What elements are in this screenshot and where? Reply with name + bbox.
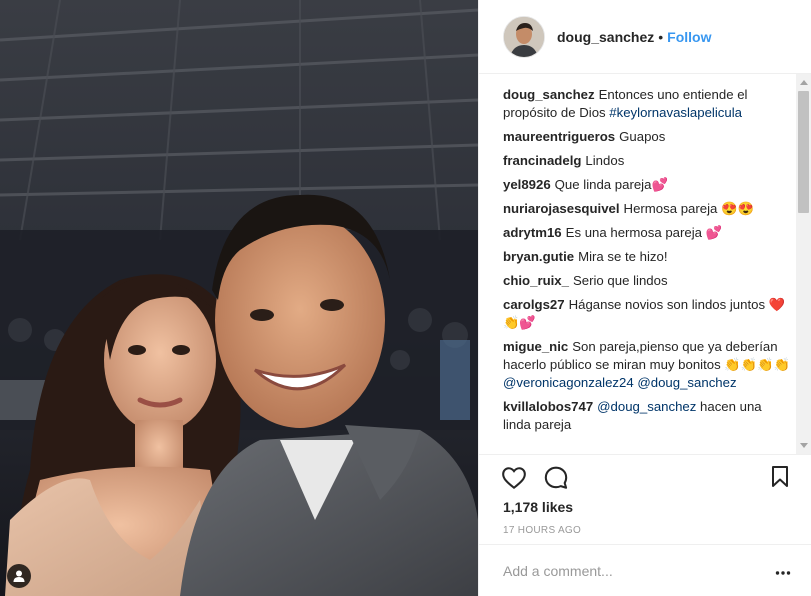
caption: doug_sanchez Entonces uno entiende el pro… bbox=[503, 86, 791, 122]
user-tag-icon[interactable] bbox=[7, 564, 31, 588]
scroll-down-arrow-icon[interactable] bbox=[800, 443, 808, 448]
post-timestamp[interactable]: 17 HOURS AGO bbox=[503, 525, 581, 536]
avatar[interactable] bbox=[503, 15, 545, 58]
comment-username[interactable]: yel8926 bbox=[503, 177, 551, 192]
heart-icon[interactable] bbox=[501, 465, 527, 496]
list-item: bryan.gutie Mira se te hizo! bbox=[503, 248, 791, 266]
comment-text: Es una hermosa pareja 💕 bbox=[565, 225, 723, 240]
hashtag-link[interactable]: #keylornavaslapelicula bbox=[609, 105, 742, 120]
post-side-panel: doug_sanchez • Follow doug_sanchez Entonc… bbox=[478, 0, 811, 596]
likes-count[interactable]: 1,178 likes bbox=[503, 499, 573, 515]
comment-username[interactable]: carolgs27 bbox=[503, 297, 565, 312]
mention-link[interactable]: @doug_sanchez bbox=[637, 375, 736, 390]
comment-username[interactable]: nuriarojasesquivel bbox=[503, 201, 620, 216]
comment-text: Lindos bbox=[585, 153, 625, 168]
comment-username[interactable]: bryan.gutie bbox=[503, 249, 574, 264]
list-item: maureentrigueros Guapos bbox=[503, 128, 791, 146]
list-item: chio_ruix_ Serio que lindos bbox=[503, 272, 791, 290]
action-bar: 1,178 likes 17 HOURS AGO bbox=[479, 454, 811, 554]
comments-list: doug_sanchez Entonces uno entiende el pro… bbox=[503, 86, 791, 452]
list-item: carolgs27 Háganse novios son lindos junto… bbox=[503, 296, 791, 332]
photo-image bbox=[0, 0, 478, 596]
bookmark-icon[interactable] bbox=[769, 465, 791, 494]
scrollbar-thumb[interactable] bbox=[798, 91, 809, 213]
comment-text: Serio que lindos bbox=[572, 273, 668, 288]
list-item: yel8926 Que linda pareja💕 bbox=[503, 176, 791, 194]
comments-scrollbar[interactable] bbox=[796, 74, 811, 454]
comment-input[interactable] bbox=[503, 560, 743, 582]
list-item: migue_nic Son pareja,pienso que ya deberí… bbox=[503, 338, 791, 392]
mention-link[interactable]: @doug_sanchez bbox=[597, 399, 696, 414]
comment-username[interactable]: kvillalobos747 bbox=[503, 399, 593, 414]
comment-username[interactable]: doug_sanchez bbox=[503, 87, 595, 102]
list-item: francinadelg Lindos bbox=[503, 152, 791, 170]
add-comment-area bbox=[479, 544, 811, 596]
more-options-icon[interactable] bbox=[775, 563, 791, 581]
mention-link[interactable]: @veronicagonzalez24 bbox=[503, 375, 634, 390]
post-header: doug_sanchez • Follow bbox=[479, 0, 811, 74]
follow-button[interactable]: Follow bbox=[667, 29, 711, 45]
comment-text: Guapos bbox=[619, 129, 666, 144]
comment-text: Mira se te hizo! bbox=[578, 249, 668, 264]
comment-username[interactable]: francinadelg bbox=[503, 153, 581, 168]
list-item: adrytm16 Es una hermosa pareja 💕 bbox=[503, 224, 791, 242]
comment-username[interactable]: adrytm16 bbox=[503, 225, 562, 240]
post-photo[interactable] bbox=[0, 0, 478, 596]
comment-text: Hermosa pareja 😍😍 bbox=[623, 201, 754, 216]
list-item: kvillalobos747 @doug_sanchez hacen una li… bbox=[503, 398, 791, 434]
list-item: nuriarojasesquivel Hermosa pareja 😍😍 bbox=[503, 200, 791, 218]
comment-text: Que linda pareja💕 bbox=[554, 177, 668, 192]
header-separator: • bbox=[658, 28, 664, 45]
comment-username[interactable]: maureentrigueros bbox=[503, 129, 615, 144]
comment-username[interactable]: chio_ruix_ bbox=[503, 273, 569, 288]
comment-username[interactable]: migue_nic bbox=[503, 339, 568, 354]
comment-bubble-icon[interactable] bbox=[543, 465, 569, 496]
author-username[interactable]: doug_sanchez bbox=[557, 29, 654, 45]
scroll-up-arrow-icon[interactable] bbox=[800, 80, 808, 85]
